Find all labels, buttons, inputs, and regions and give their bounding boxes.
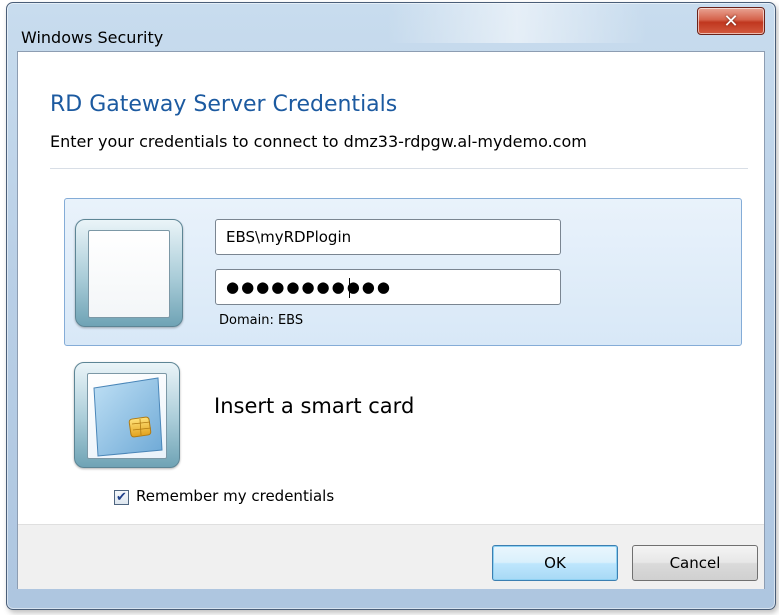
user-tile-picture xyxy=(88,230,170,318)
user-tile-icon xyxy=(75,219,183,327)
domain-label: Domain: EBS xyxy=(219,313,304,328)
close-button[interactable]: ✕ xyxy=(697,7,765,35)
text-caret xyxy=(349,278,350,298)
credential-tile[interactable]: Domain: EBS xyxy=(64,198,742,346)
ok-button[interactable]: OK xyxy=(492,545,618,581)
remember-label[interactable]: Remember my credentials xyxy=(136,487,334,505)
smart-card-icon xyxy=(87,373,167,459)
smart-card-tile[interactable] xyxy=(74,362,180,468)
username-input[interactable] xyxy=(215,219,561,255)
remember-checkbox[interactable]: ✔ xyxy=(114,490,129,505)
close-icon: ✕ xyxy=(723,10,739,32)
window-title: Windows Security xyxy=(21,28,164,47)
security-window: Windows Security ✕ RD Gateway Server Cre… xyxy=(6,2,776,610)
password-input[interactable] xyxy=(215,269,561,305)
title-bar-shine xyxy=(387,3,647,43)
smart-card-graphic xyxy=(93,377,163,457)
title-bar[interactable]: Windows Security ✕ xyxy=(7,3,775,47)
button-bar: OK Cancel xyxy=(18,524,764,589)
dialog-heading: RD Gateway Server Credentials xyxy=(50,92,398,117)
checkmark-icon: ✔ xyxy=(116,490,127,505)
smart-card-label[interactable]: Insert a smart card xyxy=(214,394,414,418)
dialog-body: RD Gateway Server Credentials Enter your… xyxy=(17,51,765,589)
header-divider xyxy=(50,168,748,169)
dialog-subtitle: Enter your credentials to connect to dmz… xyxy=(50,132,587,151)
cancel-button[interactable]: Cancel xyxy=(632,545,758,581)
